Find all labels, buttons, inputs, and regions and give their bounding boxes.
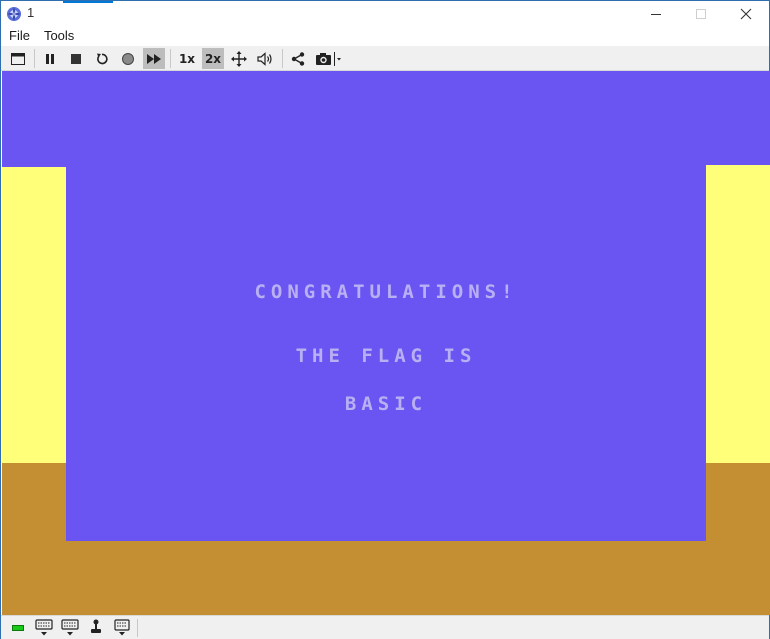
window-mode-button[interactable] (7, 48, 29, 69)
emulator-screen[interactable]: CONGRATULATIONS! THE FLAG IS BASIC (2, 71, 770, 615)
status-bar (1, 615, 769, 639)
flag-text: THE FLAG IS (295, 345, 477, 367)
joystick-icon (91, 619, 101, 633)
record-icon (122, 52, 134, 65)
reset-button[interactable] (91, 48, 113, 69)
toolbar: 1x 2x (1, 46, 769, 71)
title-accent (63, 1, 113, 3)
close-icon (740, 8, 752, 19)
speed-2x-label: 2x (204, 51, 222, 66)
fast-forward-icon (147, 53, 161, 64)
keyboard-alt-icon (61, 619, 79, 636)
menu-bar: File Tools (1, 26, 769, 46)
stop-button[interactable] (65, 48, 87, 69)
congratulations-text: CONGRATULATIONS! (254, 281, 518, 303)
keyboard-alt-button[interactable] (60, 619, 80, 639)
speed-1x-button[interactable]: 1x (176, 48, 198, 69)
pause-button[interactable] (39, 48, 61, 69)
pause-icon (46, 53, 54, 64)
maximize-button[interactable] (678, 1, 724, 26)
fullscreen-button[interactable] (228, 48, 250, 69)
disk-led-icon (12, 625, 24, 631)
keypad-icon (114, 619, 130, 636)
volume-button[interactable] (254, 48, 276, 69)
status-separator (137, 619, 138, 637)
fast-forward-button[interactable] (143, 48, 165, 69)
minimize-button[interactable] (633, 1, 679, 26)
stop-icon (71, 53, 81, 64)
toolbar-separator (34, 49, 35, 68)
speaker-icon (257, 51, 272, 66)
share-icon (291, 51, 305, 66)
joystick-button[interactable] (86, 619, 106, 639)
right-wall (706, 165, 770, 463)
record-button[interactable] (117, 48, 139, 69)
menu-file[interactable]: File (1, 26, 37, 46)
share-button[interactable] (287, 48, 309, 69)
title-bar[interactable]: 1 (1, 1, 769, 26)
camera-icon (316, 51, 341, 66)
speed-1x-label: 1x (178, 51, 196, 66)
move-arrows-icon (231, 50, 247, 67)
maximize-icon (696, 8, 706, 19)
reset-icon (97, 53, 108, 64)
toolbar-separator (282, 49, 283, 68)
window-title: 1 (27, 5, 35, 20)
menu-tools[interactable]: Tools (37, 26, 81, 46)
app-icon (7, 7, 21, 21)
keypad-button[interactable] (112, 619, 132, 639)
keyboard-button[interactable] (34, 619, 54, 639)
window-icon (11, 52, 25, 65)
minimize-icon (651, 13, 661, 15)
screenshot-button[interactable] (313, 48, 343, 69)
close-button[interactable] (723, 1, 769, 26)
speed-2x-button[interactable]: 2x (202, 48, 224, 69)
emulator-window: 1 File Tools 1x 2x CONGRATULATIONS! THE … (0, 0, 770, 639)
toolbar-separator (170, 49, 171, 68)
keyboard-icon (35, 619, 53, 636)
left-wall (2, 167, 66, 463)
flag-value-text: BASIC (344, 393, 428, 415)
